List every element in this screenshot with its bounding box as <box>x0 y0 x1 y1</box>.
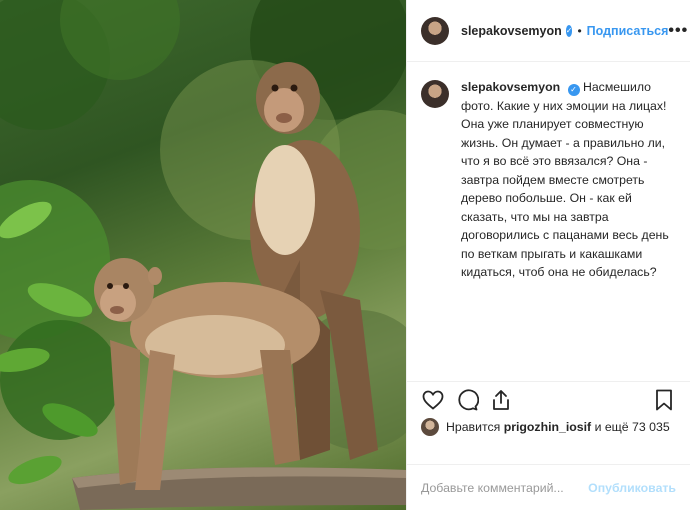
likes-count[interactable]: и ещё 73 035 <box>595 420 670 434</box>
liker-avatar[interactable] <box>421 418 439 436</box>
post-photo[interactable] <box>0 0 406 510</box>
author-username[interactable]: slepakovsemyon <box>461 24 562 38</box>
more-options-icon[interactable]: ••• <box>668 22 688 40</box>
verified-badge-icon: ✓ <box>565 24 573 37</box>
likes-prefix: Нравится <box>446 420 501 434</box>
author-avatar[interactable] <box>421 16 449 45</box>
caption-avatar[interactable] <box>421 80 449 108</box>
follow-button[interactable]: Подписаться <box>587 24 669 38</box>
post-sidebar: slepakovsemyon ✓ • Подписаться ••• slepa… <box>406 0 690 510</box>
likes-row: Нравится prigozhin_iosif и ещё 73 035 <box>421 418 676 436</box>
comment-icon[interactable] <box>455 388 479 412</box>
share-icon[interactable] <box>489 388 513 412</box>
post-actions <box>407 381 690 417</box>
post-caption: slepakovsemyon ✓ Насмешило фото. Какие у… <box>407 62 690 282</box>
comment-bar: Опубликовать <box>407 464 690 510</box>
caption-body: Насмешило фото. Какие у них эмоции на ли… <box>461 80 669 279</box>
heart-icon[interactable] <box>421 388 445 412</box>
instagram-post: slepakovsemyon ✓ • Подписаться ••• slepa… <box>0 0 690 510</box>
liker-username[interactable]: prigozhin_iosif <box>504 420 591 434</box>
caption-username[interactable]: slepakovsemyon <box>461 80 560 94</box>
monkeys-photo <box>0 0 406 510</box>
caption-text-block: slepakovsemyon ✓ Насмешило фото. Какие у… <box>461 78 676 282</box>
comment-input[interactable] <box>421 480 589 495</box>
caption-verified-badge-icon: ✓ <box>567 84 580 96</box>
post-header: slepakovsemyon ✓ • Подписаться ••• <box>407 0 690 62</box>
header-separator: • <box>577 23 582 38</box>
bookmark-icon[interactable] <box>652 388 676 412</box>
publish-button[interactable]: Опубликовать <box>588 481 676 495</box>
